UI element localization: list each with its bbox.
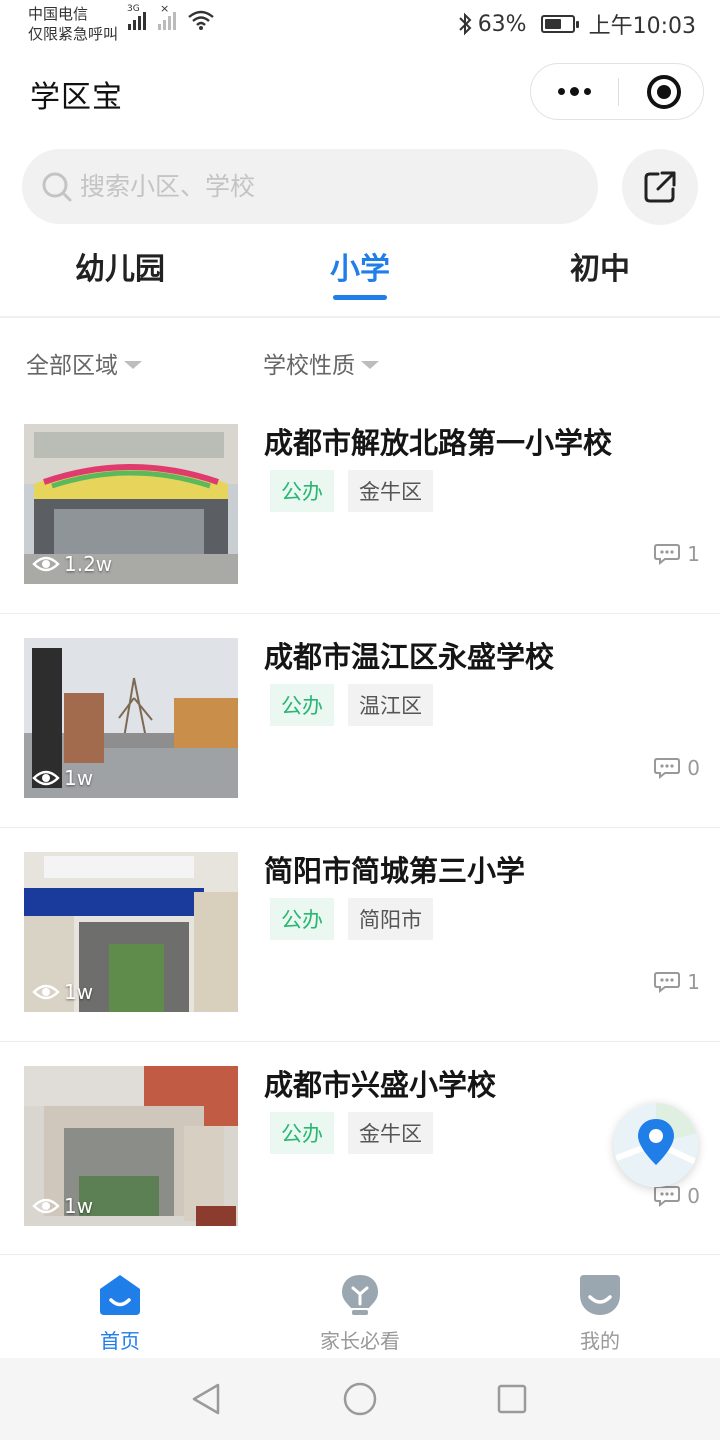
more-menu-button[interactable] [531,64,617,119]
share-button[interactable] [622,149,698,225]
comment-count-value: 1 [687,542,700,566]
map-button[interactable] [614,1103,698,1187]
comment-count-value: 0 [687,756,700,780]
school-type-filter-label: 学校性质 [263,353,355,379]
school-tags: 公办 金牛区 [270,1112,433,1154]
nav-profile[interactable]: 我的 [530,1273,670,1354]
share-icon [644,171,676,203]
school-card[interactable]: 1w 简阳市简城第三小学 公办 简阳市 1 [0,828,720,1042]
view-count-value: 1.2w [64,552,113,576]
home-circle-icon[interactable] [342,1381,378,1417]
nav-parents-guide[interactable]: 家长必看 [290,1273,430,1354]
active-tab-indicator [333,295,387,300]
eye-icon [32,556,60,572]
comment-icon [654,972,681,993]
wifi-icon [188,10,214,30]
app-title: 学区宝 [30,80,123,115]
back-icon[interactable] [190,1382,222,1416]
ownership-tag: 公办 [270,1112,334,1154]
view-count: 1w [32,980,93,1004]
miniprogram-capsule [530,63,704,120]
district-tag: 温江区 [348,684,433,726]
comment-count: 1 [653,970,700,994]
comment-count-value: 0 [687,1184,700,1208]
school-tags: 公办 温江区 [270,684,433,726]
recents-icon[interactable] [496,1383,528,1415]
school-type-filter[interactable]: 学校性质 [263,346,379,380]
view-count: 1.2w [32,552,112,576]
home-icon [100,1275,140,1315]
eye-icon [32,984,60,1000]
network-type: 3G [127,4,140,14]
carrier-info: 中国电信 仅限紧急呼叫 [28,4,118,44]
school-photo: 1w [24,638,238,798]
bluetooth-icon [458,12,472,36]
comment-icon [654,544,681,565]
nav-home-label: 首页 [100,1329,140,1353]
comment-count: 0 [653,1184,700,1208]
ownership-tag: 公办 [270,470,334,512]
district-tag: 金牛区 [348,1112,433,1154]
view-count-value: 1w [64,980,94,1004]
carrier-name: 中国电信 [28,5,89,23]
comment-count: 0 [653,756,700,780]
school-name: 简阳市简城第三小学 [264,854,526,888]
search-icon [42,172,72,201]
region-filter[interactable]: 全部区域 [26,346,142,380]
cell-signal-icon: 3G [127,4,146,30]
ownership-tag: 公办 [270,898,334,940]
map-pin-icon [614,1103,698,1187]
comment-count: 1 [653,542,700,566]
eye-icon [32,1198,60,1214]
comment-icon [654,1186,681,1207]
capsule-divider [618,78,619,106]
nav-profile-label: 我的 [580,1329,620,1353]
system-nav-bar [0,1358,720,1440]
tab-kindergarten[interactable]: 幼儿园 [60,244,180,288]
school-photo: 1.2w [24,424,238,584]
search-input[interactable] [80,172,560,201]
battery-icon [540,15,579,33]
school-card[interactable]: 1.2w 成都市解放北路第一小学校 公办 金牛区 1 [0,400,720,614]
caret-down-icon [124,361,142,369]
district-tag: 金牛区 [348,470,433,512]
carrier-status: 仅限紧急呼叫 [28,25,119,43]
school-card[interactable]: 1w 成都市温江区永盛学校 公办 温江区 0 [0,614,720,828]
school-photo: 1w [24,852,238,1012]
status-right: 63% 上午10:03 [458,8,696,40]
view-count: 1w [32,1194,93,1218]
bottom-nav: 首页 家长必看 我的 [0,1254,720,1358]
bulb-icon [342,1275,378,1315]
ownership-tag: 公办 [270,684,334,726]
eye-icon [32,770,60,786]
school-name: 成都市兴盛小学校 [264,1068,497,1102]
close-miniprogram-button[interactable] [647,75,681,109]
signal-indicators: 3G × [127,2,214,30]
battery-percent: 63% [477,11,527,37]
view-count: 1w [32,766,93,790]
school-card[interactable]: 1w 成都市兴盛小学校 公办 金牛区 0 [0,1042,720,1256]
clock: 上午10:03 [588,14,696,39]
tab-middle-school[interactable]: 初中 [540,244,660,288]
category-tabs: 幼儿园 小学 初中 [0,236,720,318]
nav-home[interactable]: 首页 [50,1273,190,1354]
school-photo: 1w [24,1066,238,1226]
profile-icon [580,1275,620,1315]
school-tags: 公办 简阳市 [270,898,433,940]
search-bar[interactable] [22,149,598,224]
school-tags: 公办 金牛区 [270,470,433,512]
nav-parents-guide-label: 家长必看 [320,1329,400,1353]
comment-count-value: 1 [687,970,700,994]
caret-down-icon [361,361,379,369]
school-name: 成都市解放北路第一小学校 [264,426,613,460]
tab-primary-school[interactable]: 小学 [300,244,420,288]
view-count-value: 1w [64,766,94,790]
region-filter-label: 全部区域 [26,353,118,379]
cell-signal-2-icon: × [158,2,176,30]
view-count-value: 1w [64,1194,94,1218]
comment-icon [654,758,681,779]
school-name: 成都市温江区永盛学校 [264,640,555,674]
status-bar: 中国电信 仅限紧急呼叫 3G × 63% 上午10:03 [0,0,720,50]
district-tag: 简阳市 [348,898,433,940]
